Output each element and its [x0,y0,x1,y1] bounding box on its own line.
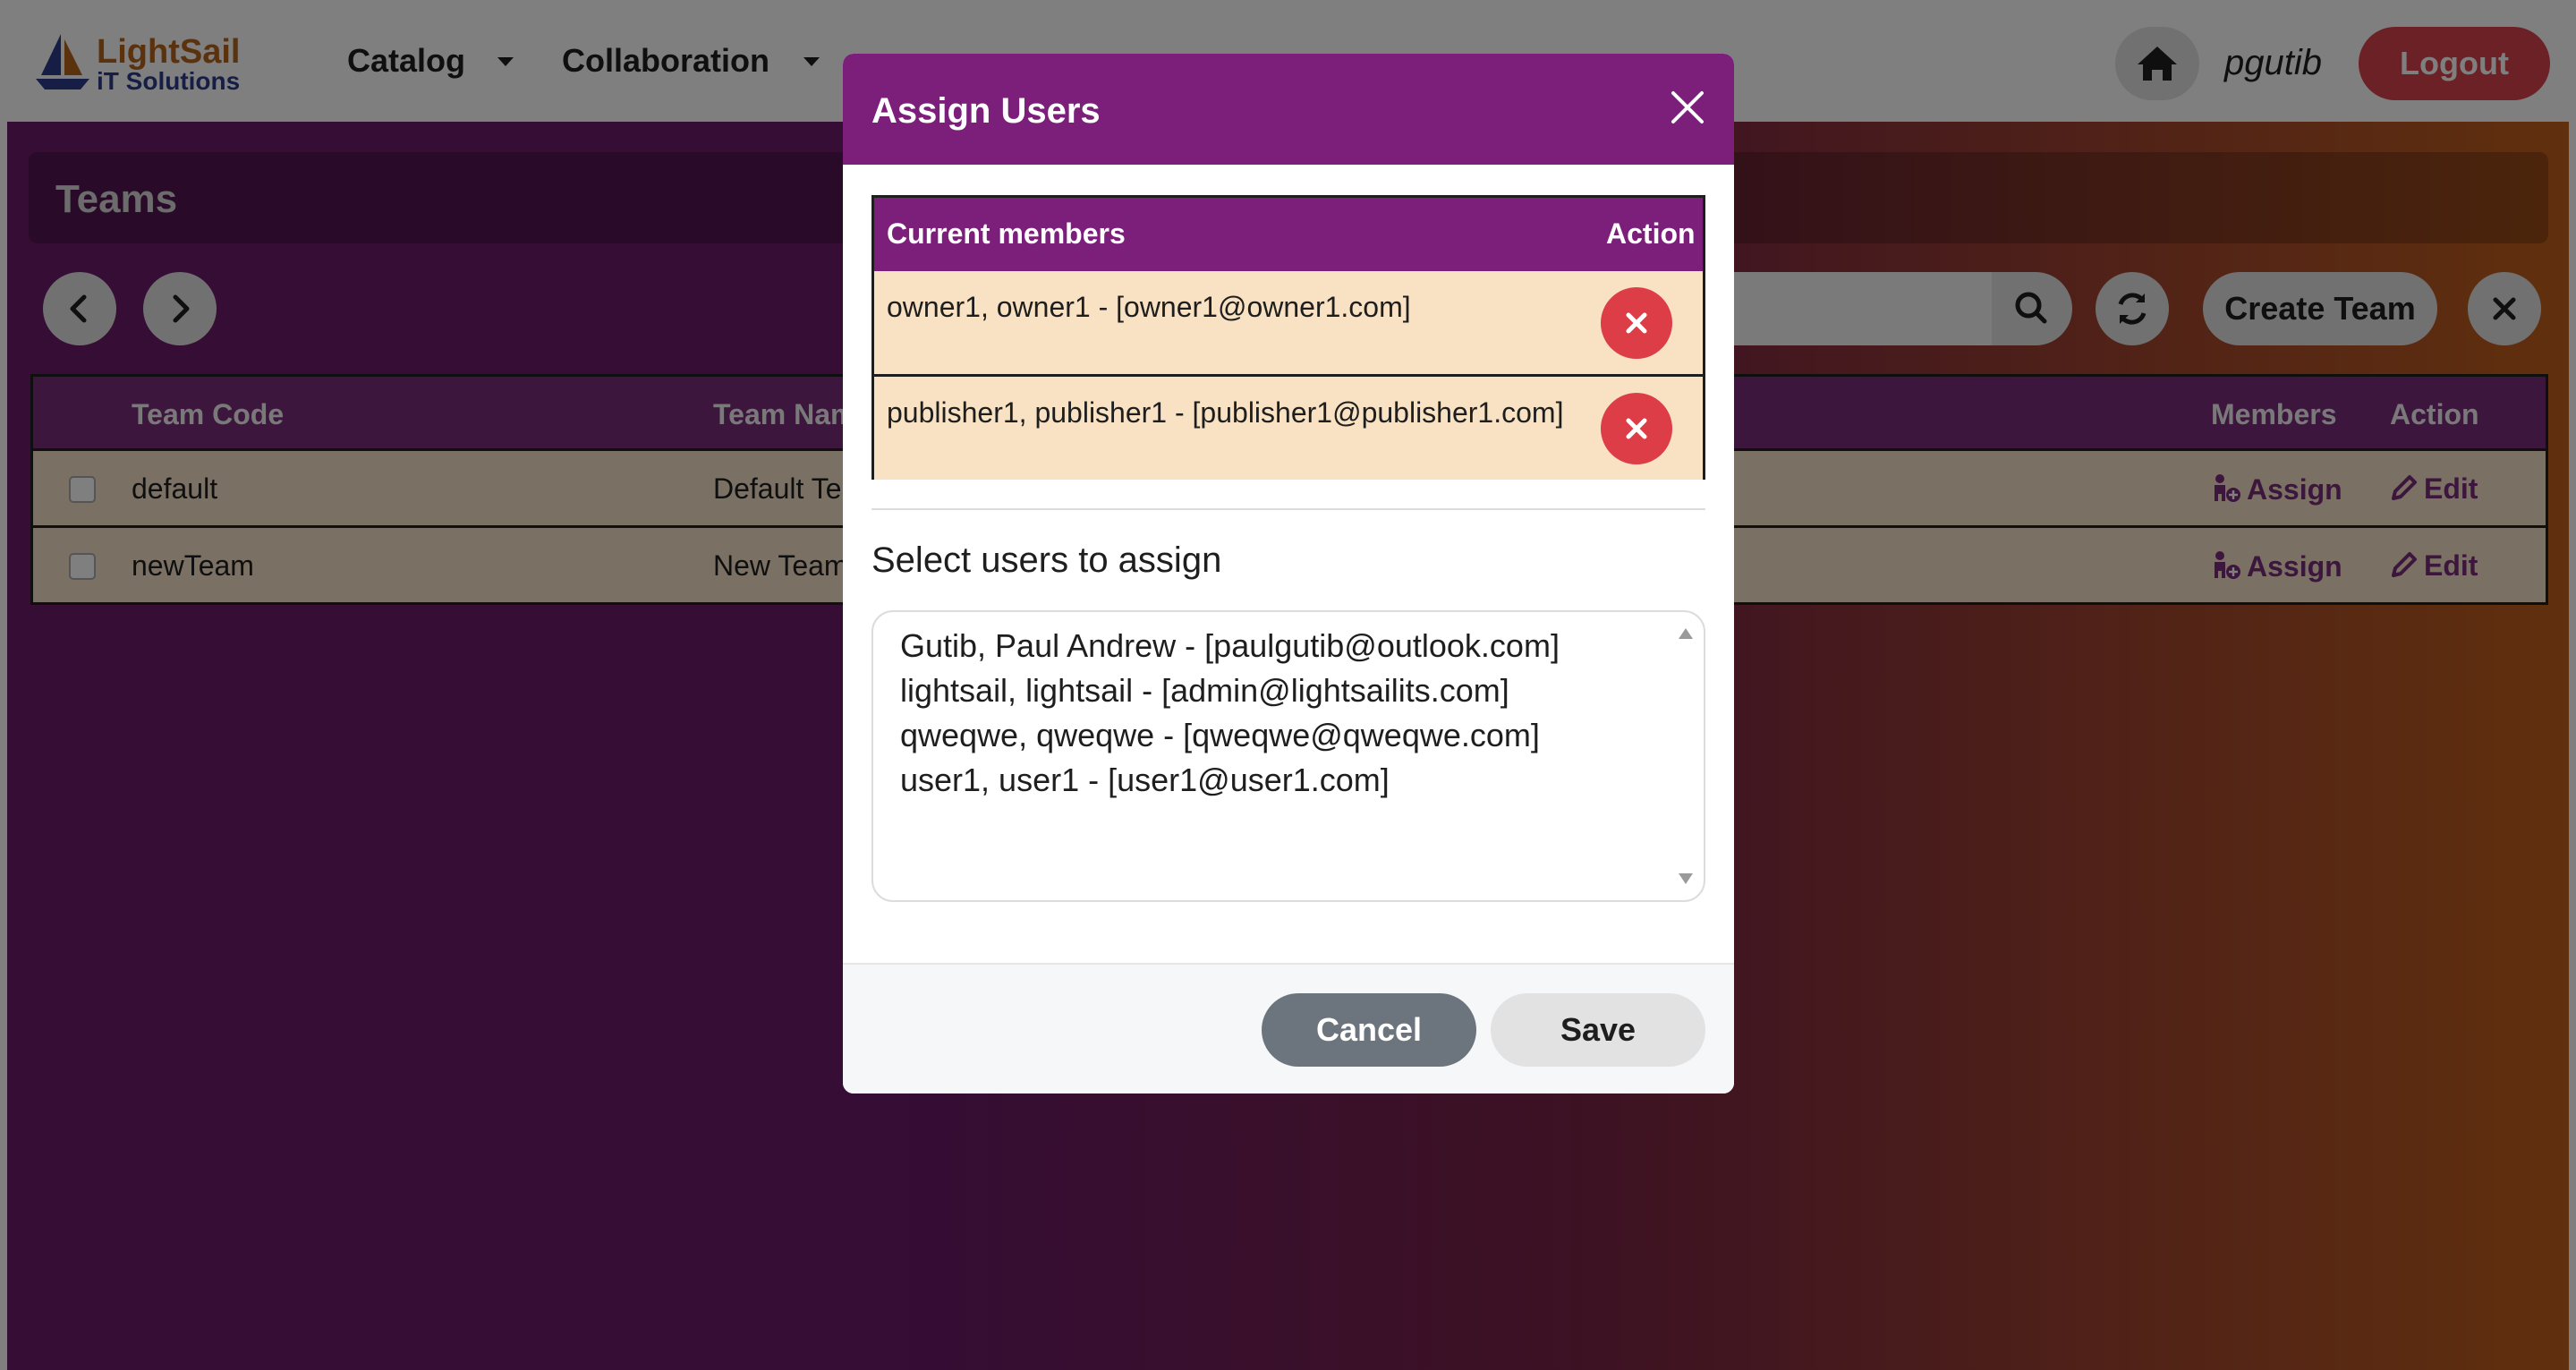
divider [871,508,1705,510]
member-name: owner1, owner1 - [owner1@owner1.com] [887,291,1411,323]
x-icon [1626,312,1647,334]
members-table-header: Current members Action [874,198,1703,271]
member-name: publisher1, publisher1 - [publisher1@pub… [887,396,1564,429]
save-button[interactable]: Save [1491,993,1705,1067]
scroll-down-arrow[interactable] [1679,873,1693,884]
user-option[interactable]: Gutib, Paul Andrew - [paulgutib@outlook.… [900,628,1560,664]
members-header: Current members [887,217,1126,250]
users-select-list[interactable]: Gutib, Paul Andrew - [paulgutib@outlook.… [871,610,1705,902]
close-icon[interactable] [1668,88,1707,127]
select-users-title: Select users to assign [871,540,1222,580]
remove-member-button[interactable] [1601,393,1672,464]
user-option[interactable]: user1, user1 - [user1@user1.com] [900,762,1390,798]
member-row: publisher1, publisher1 - [publisher1@pub… [874,377,1703,480]
member-row: owner1, owner1 - [owner1@owner1.com] [874,271,1703,377]
scroll-up-arrow[interactable] [1679,628,1693,639]
assign-users-modal: Assign Users Current members Action owne… [843,54,1734,1093]
user-option[interactable]: lightsail, lightsail - [admin@lightsaili… [900,673,1509,709]
modal-title: Assign Users [871,91,1101,131]
cancel-button[interactable]: Cancel [1262,993,1476,1067]
remove-member-button[interactable] [1601,287,1672,359]
current-members-table: Current members Action owner1, owner1 - … [871,195,1705,480]
action-header: Action [1606,217,1696,250]
modal-header: Assign Users [843,54,1734,165]
x-icon [1626,418,1647,439]
modal-footer: Cancel Save [843,963,1734,1093]
user-option[interactable]: qweqwe, qweqwe - [qweqwe@qweqwe.com] [900,718,1540,753]
